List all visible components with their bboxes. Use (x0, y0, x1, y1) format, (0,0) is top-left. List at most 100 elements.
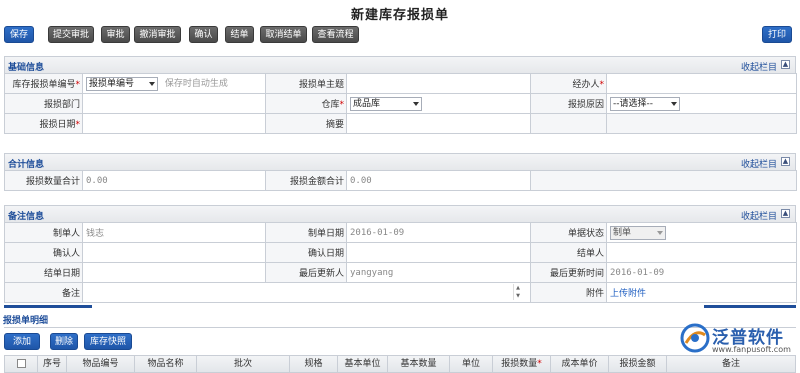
confirmer-label: 确认人 (4, 242, 83, 263)
last-updater-value: yangyang (346, 262, 531, 283)
creator-value: 钱志 (82, 222, 266, 243)
col-item-code[interactable]: 物品编号 (67, 356, 135, 373)
chevron-down-icon (657, 230, 663, 235)
dept-label: 报损部门 (4, 93, 83, 114)
attach-cell: 上传附件 (606, 282, 797, 303)
cancel-close-button[interactable]: 取消结单 (260, 26, 307, 43)
status-cell: 制单 (606, 222, 797, 243)
add-row-button[interactable]: 添加 (4, 333, 40, 350)
col-spec[interactable]: 规格 (290, 356, 338, 373)
delete-row-button[interactable]: 删除 (50, 333, 78, 350)
qty-total-value: 0.00 (82, 170, 266, 191)
totals-title: 合计信息 (8, 160, 45, 170)
confirmer-value (82, 242, 266, 263)
remarks-title: 备注信息 (8, 212, 45, 222)
basic-info-table: 库存报损单编号* 报损单编号 保存时自动生成 报损单主题 经办人* 报损部门 仓… (4, 73, 797, 134)
save-button[interactable]: 保存 (4, 26, 34, 43)
toolbar: 保存 提交审批 审批 撤消审批 确认 结单 取消结单 查看流程 打印 (0, 26, 800, 45)
chevron-down-icon (671, 101, 677, 106)
approve-button[interactable]: 审批 (101, 26, 130, 43)
confirm-button[interactable]: 确认 (189, 26, 218, 43)
reason-label: 报损原因 (530, 93, 607, 114)
summary-label: 摘要 (265, 113, 347, 134)
page-title: 新建库存报损单 (350, 8, 449, 23)
col-base-unit[interactable]: 基本单位 (338, 356, 388, 373)
chevron-down-icon (413, 101, 419, 106)
attach-label: 附件 (530, 282, 607, 303)
col-loss-qty[interactable]: 报损数量* (493, 356, 551, 373)
empty-cell (606, 113, 797, 134)
select-all-cell (5, 356, 38, 373)
creator-label: 制单人 (4, 222, 83, 243)
col-item-name[interactable]: 物品名称 (135, 356, 197, 373)
warehouse-select[interactable]: 成品库 (350, 96, 422, 111)
closer-label: 结单人 (530, 242, 607, 263)
reason-cell: --请选择-- (606, 93, 797, 114)
brand-url: www.fanpusoft.com (712, 345, 791, 354)
detail-title: 报损单明细 (3, 316, 49, 326)
detail-splitter-left[interactable] (4, 305, 92, 308)
brand-logo-icon (680, 323, 710, 353)
upload-attachment-link[interactable]: 上传附件 (610, 289, 646, 299)
handler-input[interactable] (606, 73, 797, 94)
collapse-up-icon[interactable]: ▲ (781, 60, 790, 69)
subject-input[interactable] (346, 73, 531, 94)
basic-info-title: 基础信息 (8, 63, 45, 73)
doc-no-cell: 报损单编号 保存时自动生成 (82, 73, 266, 94)
totals-table: 报损数量合计 0.00 报损金额合计 0.00 (4, 170, 797, 191)
doc-no-hint: 保存时自动生成 (164, 79, 228, 90)
status-select[interactable]: 制单 (610, 225, 666, 240)
date-label: 报损日期* (4, 113, 83, 134)
remark-textarea[interactable]: ▲ ▼ (82, 282, 531, 303)
empty-cell (530, 113, 607, 134)
col-unit[interactable]: 单位 (450, 356, 493, 373)
collapse-up-icon[interactable]: ▲ (781, 209, 790, 218)
last-update-time-label: 最后更新时间 (530, 262, 607, 283)
remarks-header: 备注信息 收起栏目 ▲ (4, 205, 796, 222)
date-input[interactable] (82, 113, 266, 134)
remarks-table: 制单人 钱志 制单日期 2016-01-09 单据状态 制单 确认人 确认日期 … (4, 222, 797, 303)
create-date-value: 2016-01-09 (346, 222, 531, 243)
textarea-scroll-icon[interactable]: ▲ ▼ (513, 284, 522, 300)
doc-no-select[interactable]: 报损单编号 (86, 76, 158, 91)
totals-header: 合计信息 收起栏目 ▲ (4, 153, 796, 170)
view-flow-button[interactable]: 查看流程 (312, 26, 359, 43)
empty-cell (530, 170, 797, 191)
warehouse-cell: 成品库 (346, 93, 531, 114)
last-updater-label: 最后更新人 (265, 262, 347, 283)
warehouse-label: 仓库* (265, 93, 347, 114)
col-base-qty[interactable]: 基本数量 (388, 356, 450, 373)
doc-no-label: 库存报损单编号* (4, 73, 83, 94)
reason-select[interactable]: --请选择-- (610, 96, 680, 111)
handler-label: 经办人* (530, 73, 607, 94)
col-batch[interactable]: 批次 (197, 356, 290, 373)
close-date-value (82, 262, 266, 283)
stock-snapshot-button[interactable]: 库存快照 (84, 333, 132, 350)
qty-total-label: 报损数量合计 (4, 170, 83, 191)
dept-input[interactable] (82, 93, 266, 114)
summary-input[interactable] (346, 113, 531, 134)
collapse-basic-link[interactable]: 收起栏目 (741, 60, 777, 73)
detail-splitter-right[interactable] (704, 305, 796, 308)
remark-label: 备注 (4, 282, 83, 303)
col-seq[interactable]: 序号 (38, 356, 67, 373)
basic-info-header: 基础信息 收起栏目 ▲ (4, 56, 796, 73)
close-date-label: 结单日期 (4, 262, 83, 283)
col-cost-price[interactable]: 成本单价 (551, 356, 609, 373)
detail-divider (4, 327, 796, 328)
close-order-button[interactable]: 结单 (225, 26, 254, 43)
select-all-checkbox[interactable] (16, 359, 26, 368)
amount-total-value: 0.00 (346, 170, 531, 191)
print-button[interactable]: 打印 (762, 26, 792, 43)
revoke-approval-button[interactable]: 撤消审批 (134, 26, 181, 43)
collapse-totals-link[interactable]: 收起栏目 (741, 157, 777, 170)
collapse-up-icon[interactable]: ▲ (781, 157, 790, 166)
subject-label: 报损单主题 (265, 73, 347, 94)
status-label: 单据状态 (530, 222, 607, 243)
brand-watermark: 泛普软件 www.fanpusoft.com (680, 321, 798, 359)
submit-approval-button[interactable]: 提交审批 (48, 26, 94, 43)
collapse-remarks-link[interactable]: 收起栏目 (741, 209, 777, 222)
col-loss-amount[interactable]: 报损金额 (609, 356, 667, 373)
create-date-label: 制单日期 (265, 222, 347, 243)
confirm-date-value (346, 242, 531, 263)
